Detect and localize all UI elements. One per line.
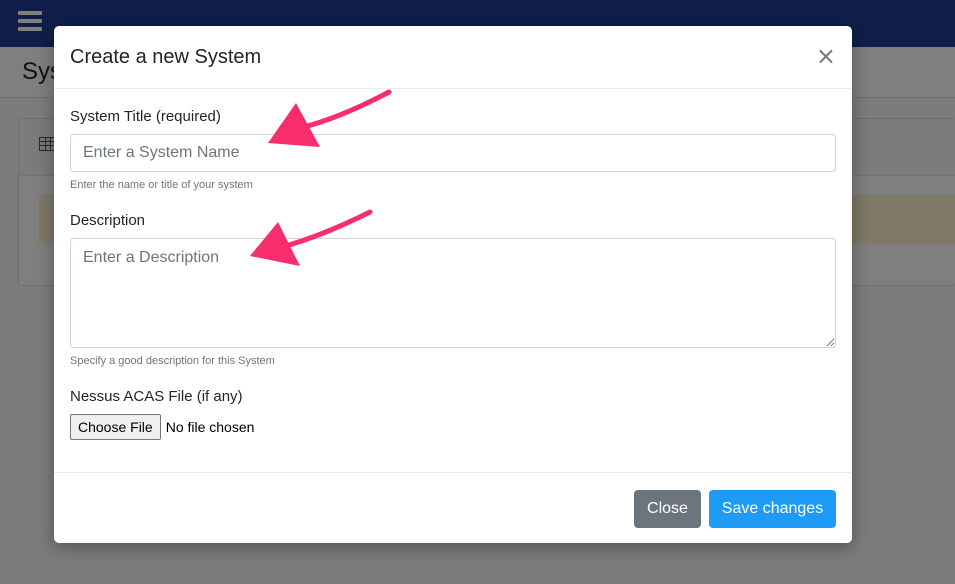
system-title-input[interactable]	[70, 134, 836, 172]
modal-title: Create a new System	[70, 46, 262, 68]
system-title-help: Enter the name or title of your system	[70, 179, 253, 191]
save-changes-button[interactable]: Save changes	[709, 490, 836, 528]
modal-footer: Close Save changes	[54, 472, 852, 544]
modal-header: Create a new System ×	[54, 26, 852, 89]
description-help: Specify a good description for this Syst…	[70, 355, 275, 367]
close-button[interactable]: Close	[634, 490, 701, 528]
description-textarea[interactable]	[70, 238, 836, 348]
create-system-modal: Create a new System × System Title (requ…	[54, 26, 852, 543]
system-title-label: System Title (required)	[70, 108, 221, 125]
description-label: Description	[70, 212, 146, 229]
file-input[interactable]: Choose File No file chosen	[70, 414, 254, 440]
file-label: Nessus ACAS File (if any)	[70, 388, 243, 405]
file-status: No file chosen	[165, 419, 255, 435]
choose-file-button[interactable]: Choose File	[70, 414, 161, 440]
close-icon[interactable]: ×	[816, 44, 836, 68]
